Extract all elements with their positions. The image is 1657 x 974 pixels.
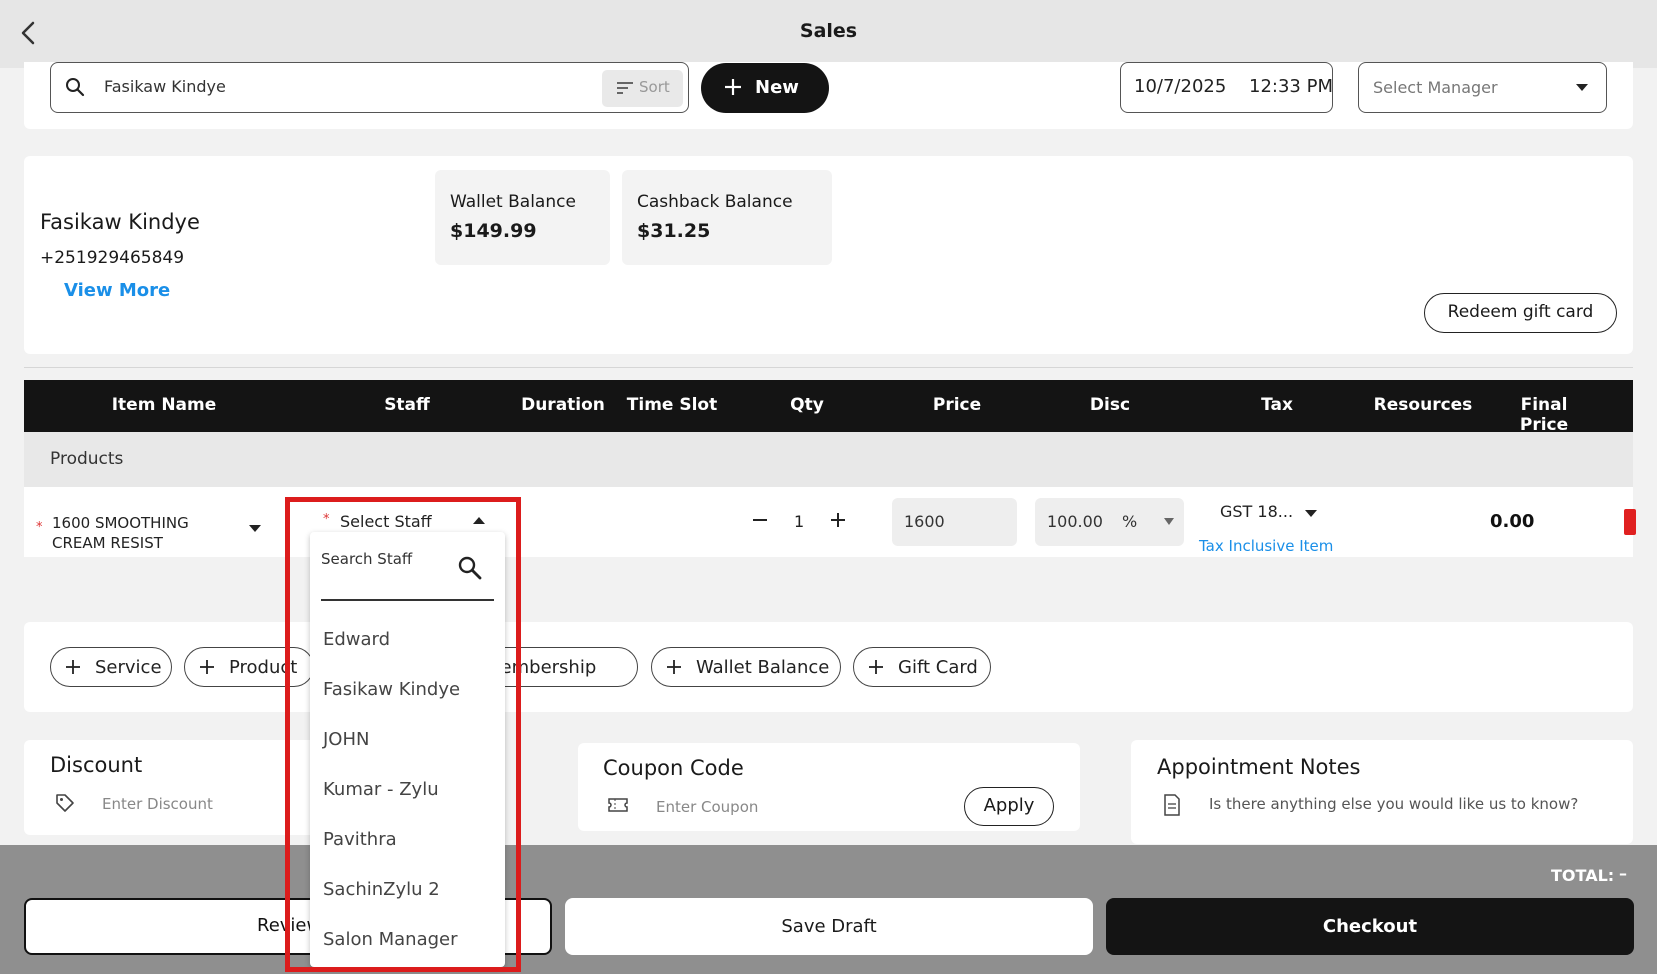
total-label: TOTAL:	[1551, 866, 1615, 885]
ticket-icon	[608, 798, 628, 812]
sort-label: Sort	[639, 78, 670, 96]
save-draft-button[interactable]: Save Draft	[565, 898, 1093, 955]
final-price-value: 0.00	[1490, 511, 1535, 532]
discount-unit[interactable]: %	[1122, 512, 1137, 531]
discount-title: Discount	[50, 753, 143, 777]
products-section-label: Products	[50, 449, 124, 469]
price-value: 1600	[904, 512, 945, 531]
column-header-item-name: Item Name	[111, 395, 217, 415]
wallet-balance-value: $149.99	[450, 220, 537, 242]
search-value: Fasikaw Kindye	[104, 77, 226, 96]
add-gift-card-button[interactable]: Gift Card	[853, 647, 991, 687]
manager-placeholder: Select Manager	[1373, 78, 1498, 97]
column-header-time-slot: Time Slot	[626, 395, 718, 415]
coupon-title: Coupon Code	[603, 756, 744, 780]
search-icon	[66, 78, 85, 97]
view-more-link[interactable]: View More	[64, 280, 170, 301]
column-header-tax: Tax	[1261, 395, 1293, 415]
column-header-final-price: Final Price	[1519, 395, 1569, 435]
column-header-duration: Duration	[521, 395, 605, 415]
chevron-down-icon	[1576, 84, 1588, 91]
minus-icon[interactable]	[750, 510, 770, 530]
add-service-button[interactable]: Service	[50, 647, 172, 687]
document-icon	[1164, 794, 1180, 816]
required-marker: *	[36, 520, 43, 535]
total-value: –	[1619, 864, 1627, 883]
divider	[24, 367, 1633, 368]
cashback-balance-value: $31.25	[637, 220, 711, 242]
new-button-label: New	[755, 77, 799, 98]
checkout-button[interactable]: Checkout	[1106, 898, 1634, 955]
tax-inclusive-note: Tax Inclusive Item	[1199, 537, 1334, 555]
column-header-qty: Qty	[790, 395, 824, 415]
column-header-resources: Resources	[1373, 395, 1473, 415]
tag-icon	[56, 794, 74, 812]
discount-field[interactable]: Enter Discount	[102, 795, 213, 813]
delete-icon[interactable]	[1624, 509, 1636, 535]
date-value: 10/7/2025	[1134, 76, 1227, 97]
appointment-notes-title: Appointment Notes	[1157, 755, 1361, 779]
plus-icon	[66, 660, 80, 674]
sort-icon	[617, 82, 633, 94]
column-header-price: Price	[932, 395, 982, 415]
plus-icon	[869, 660, 883, 674]
products-section-row	[24, 432, 1633, 487]
plus-icon[interactable]	[828, 510, 848, 530]
chevron-down-icon[interactable]	[1304, 508, 1318, 518]
add-wallet-balance-button[interactable]: Wallet Balance	[651, 647, 841, 687]
quantity-value: 1	[794, 512, 805, 531]
chip-label: Gift Card	[898, 657, 978, 678]
tax-select[interactable]: GST 18...	[1220, 502, 1293, 521]
coupon-field[interactable]: Enter Coupon	[656, 798, 758, 816]
wallet-balance-label: Wallet Balance	[450, 192, 576, 212]
page-title: Sales	[799, 20, 858, 42]
item-name-line1[interactable]: 1600 SMOOTHING	[52, 514, 189, 532]
redeem-gift-card-button[interactable]: Redeem gift card	[1424, 293, 1617, 333]
wallet-balance-card	[435, 170, 610, 265]
item-name-line2[interactable]: CREAM RESIST	[52, 534, 163, 552]
plus-icon	[725, 79, 741, 95]
column-header-staff: Staff	[384, 395, 430, 415]
highlight-outline	[285, 497, 521, 972]
cashback-balance-card	[622, 170, 832, 265]
chip-label: Wallet Balance	[696, 657, 830, 678]
chevron-down-icon[interactable]	[1163, 517, 1175, 526]
chevron-down-icon[interactable]	[248, 523, 262, 533]
plus-icon	[200, 660, 214, 674]
apply-coupon-button[interactable]: Apply	[964, 787, 1054, 826]
discount-value: 100.00	[1047, 512, 1103, 531]
cashback-balance-label: Cashback Balance	[637, 192, 793, 212]
chip-label: Service	[95, 657, 162, 678]
column-header-disc: Disc	[1089, 395, 1131, 415]
appointment-notes-field[interactable]: Is there anything else you would like us…	[1209, 795, 1578, 813]
customer-phone: +251929465849	[40, 248, 185, 268]
customer-name: Fasikaw Kindye	[40, 210, 200, 234]
plus-icon	[667, 660, 681, 674]
time-value: 12:33 PM	[1249, 76, 1333, 97]
